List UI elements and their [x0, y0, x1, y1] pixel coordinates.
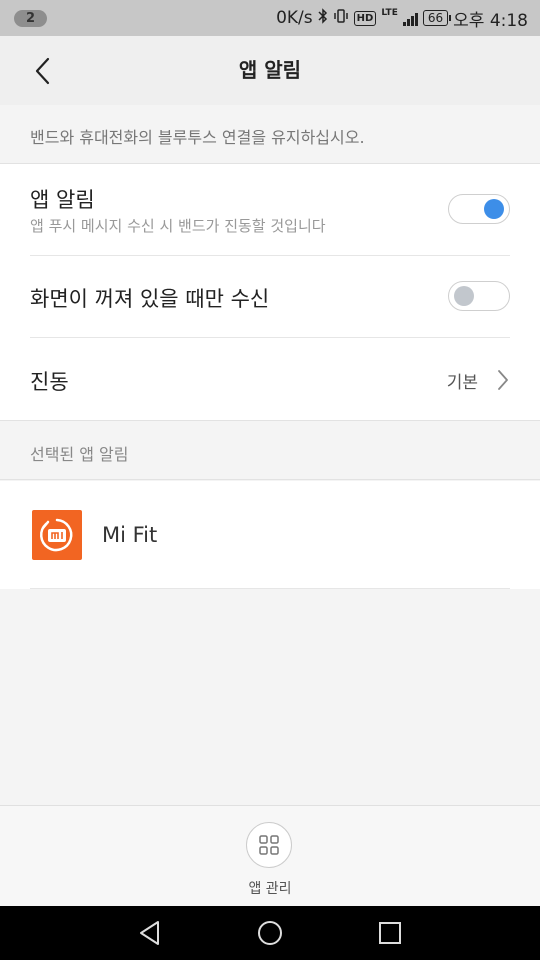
nav-recents-button[interactable]: [374, 917, 406, 949]
vibration-row[interactable]: 진동 기본: [30, 338, 510, 420]
status-bar: 2 0K/s HD LTE 66 오후 4:18: [0, 0, 540, 36]
header-bar: 앱 알림: [0, 36, 540, 105]
nav-home-button[interactable]: [254, 917, 286, 949]
nav-back-button[interactable]: [134, 917, 166, 949]
bluetooth-notice: 밴드와 휴대전화의 블루투스 연결을 유지하십시오.: [0, 105, 540, 164]
lte-label: LTE: [381, 8, 398, 18]
screen-off-only-title: 화면이 꺼져 있을 때만 수신: [30, 287, 270, 311]
app-alerts-toggle[interactable]: [448, 194, 510, 224]
signal-icon: [402, 11, 418, 26]
system-nav-bar: [0, 906, 540, 960]
vibration-value: 기본: [446, 373, 478, 393]
manage-apps-button[interactable]: [246, 822, 292, 868]
chevron-right-icon: [498, 370, 508, 390]
app-alerts-subtitle: 앱 푸시 메시지 수신 시 밴드가 진동할 것입니다: [30, 217, 326, 235]
page-title: 앱 알림: [238, 58, 302, 82]
toggle-knob: [454, 286, 474, 306]
app-alerts-row[interactable]: 앱 알림 앱 푸시 메시지 수신 시 밴드가 진동할 것입니다: [30, 164, 510, 255]
screen-off-only-toggle[interactable]: [448, 281, 510, 311]
bluetooth-icon: [318, 7, 328, 29]
app-name: Mi Fit: [102, 523, 158, 547]
hd-badge: HD: [353, 10, 377, 26]
selected-apps-section-label: 선택된 앱 알림: [0, 421, 540, 480]
app-alerts-title: 앱 알림: [30, 188, 95, 212]
back-button[interactable]: [28, 54, 58, 88]
vibration-title: 진동: [30, 370, 69, 394]
grid-icon: [259, 835, 279, 855]
list-item[interactable]: Mi Fit: [30, 481, 510, 589]
apps-list: Mi Fit: [0, 481, 540, 589]
circle-home-icon: [258, 921, 282, 945]
triangle-back-icon: [140, 921, 159, 945]
bottom-bar: 앱 관리: [0, 805, 540, 907]
notification-count-badge: 2: [14, 9, 48, 27]
clock: 오후 4:18: [453, 10, 528, 31]
chevron-left-icon: [35, 57, 50, 85]
manage-apps-label: 앱 관리: [248, 881, 292, 897]
screen-off-only-row[interactable]: 화면이 꺼져 있을 때만 수신: [30, 256, 510, 337]
settings-card: 앱 알림 앱 푸시 메시지 수신 시 밴드가 진동할 것입니다 화면이 꺼져 있…: [0, 164, 540, 421]
status-icons: 0K/s HD LTE 66 오후 4:18: [276, 6, 528, 31]
square-recents-icon: [379, 922, 401, 944]
network-speed: 0K/s: [276, 8, 313, 28]
mi-fit-icon: [32, 510, 82, 560]
battery-icon: 66: [422, 10, 452, 26]
toggle-knob: [484, 199, 504, 219]
vibrate-icon: [333, 8, 349, 29]
